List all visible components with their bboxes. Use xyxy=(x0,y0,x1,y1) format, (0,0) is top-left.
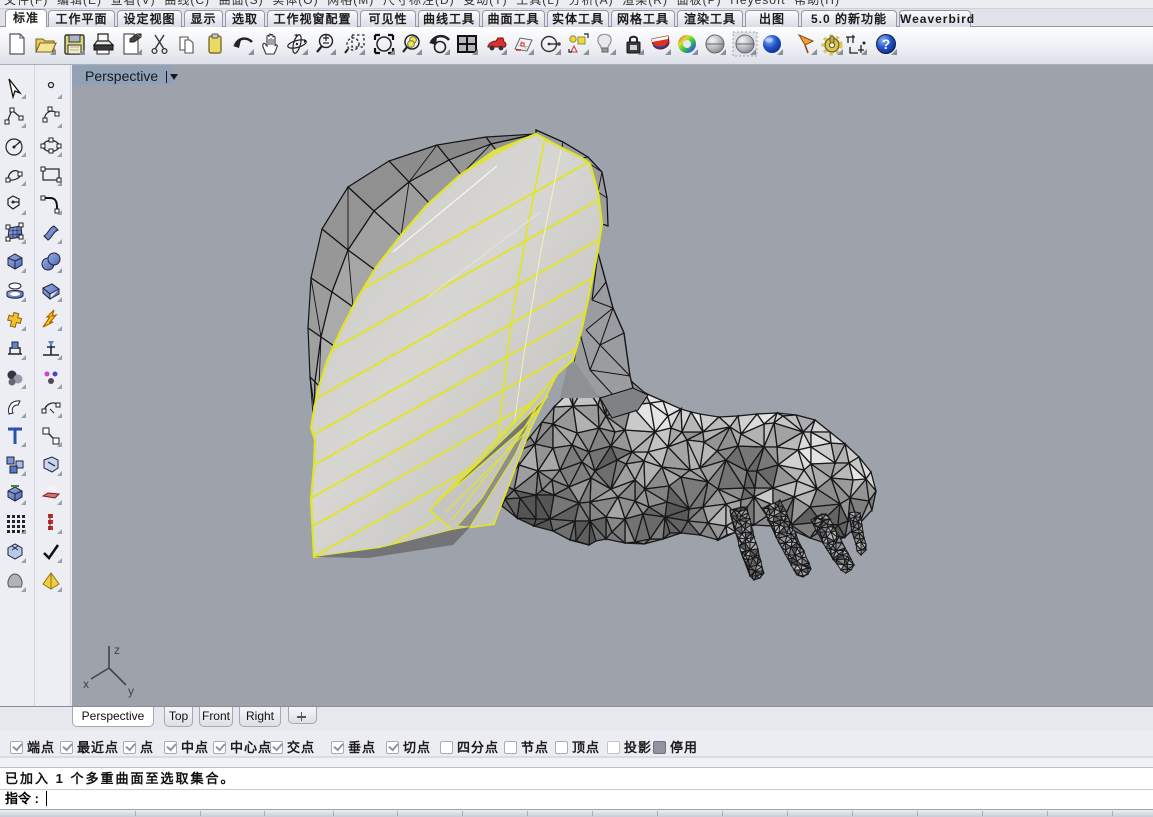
svg-text:x: x xyxy=(83,677,89,691)
svg-text:z: z xyxy=(114,643,120,657)
svg-text:?: ? xyxy=(882,36,891,52)
svg-text:y: y xyxy=(128,684,134,698)
